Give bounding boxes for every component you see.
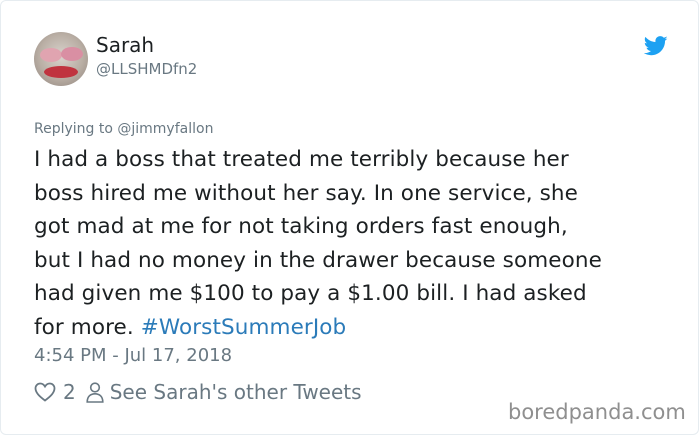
hashtag-link[interactable]: #WorstSummerJob: [141, 315, 347, 340]
reply-context[interactable]: Replying to @jimmyfallon: [34, 121, 213, 137]
other-tweets-link[interactable]: See Sarah's other Tweets: [110, 380, 362, 404]
avatar-detail: [40, 48, 62, 62]
tweet-card: Sarah @LLSHMDfn2 Replying to @jimmyfallo…: [0, 0, 699, 435]
tweet-timestamp[interactable]: 4:54 PM - Jul 17, 2018: [34, 345, 232, 366]
avatar[interactable]: [34, 32, 88, 86]
tweet-text: I had a boss that treated me terribly be…: [34, 143, 684, 344]
watermark: boredpanda.com: [508, 400, 686, 424]
author-name[interactable]: Sarah: [96, 33, 154, 57]
tweet-body-text: I had a boss that treated me terribly be…: [34, 147, 602, 340]
tweet-actions: 2 See Sarah's other Tweets: [34, 380, 362, 404]
twitter-bird-icon[interactable]: [644, 36, 668, 56]
person-icon: [86, 381, 104, 403]
author-handle[interactable]: @LLSHMDfn2: [96, 60, 197, 78]
avatar-detail: [61, 47, 83, 61]
avatar-detail: [44, 66, 78, 78]
like-count: 2: [63, 380, 76, 404]
heart-icon[interactable]: [34, 382, 56, 402]
